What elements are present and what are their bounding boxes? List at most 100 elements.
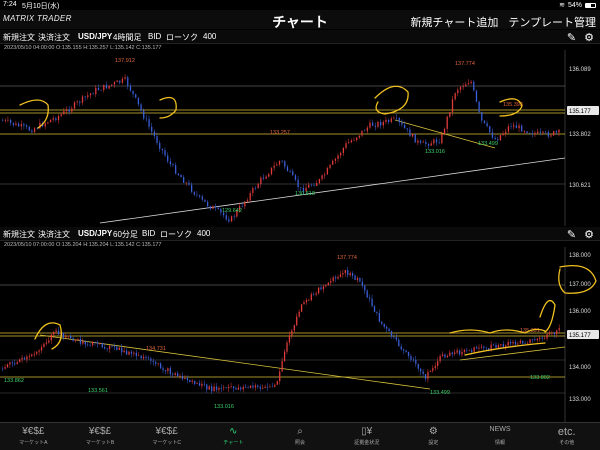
candle [320, 287, 322, 290]
gear-icon[interactable]: ⚙ [584, 228, 594, 241]
tab-currency-0[interactable]: ¥€$£ マーケットA [0, 423, 67, 450]
tab-currency-2[interactable]: ¥€$£ マーケットC [133, 423, 200, 450]
candle [321, 175, 323, 180]
candle [145, 356, 147, 358]
chart-style-button[interactable]: ローソク [160, 229, 192, 240]
candle [242, 386, 244, 390]
currency-pair-button[interactable]: USD/JPY [78, 32, 112, 41]
candle [430, 143, 432, 146]
candle [38, 350, 40, 352]
pencil-icon[interactable]: ✎ [567, 228, 576, 241]
candle [68, 109, 70, 112]
candle [196, 383, 198, 384]
pencil-icon[interactable]: ✎ [567, 31, 576, 44]
candle [356, 277, 359, 280]
timeframe-button[interactable]: 4時間足 [113, 32, 141, 43]
candle [313, 294, 315, 295]
bid-button[interactable]: BID [148, 32, 161, 41]
candle [475, 347, 478, 349]
close-order-button[interactable]: 決済注文 [38, 229, 70, 240]
add-chart-button[interactable]: 新規チャート追加 [410, 14, 498, 30]
candle [180, 175, 182, 178]
chart-60m[interactable]: 新規注文 決済注文 USD/JPY 60分足 BID ローソク 400 ✎ ⚙ … [0, 227, 600, 422]
candle [534, 339, 536, 341]
candle [461, 351, 463, 355]
nav-actions: 新規チャート追加 テンプレート管理 [410, 14, 596, 30]
candle [529, 339, 531, 344]
candle [303, 302, 305, 305]
candle [133, 352, 135, 354]
trend-line [459, 346, 566, 361]
candle [420, 368, 422, 372]
tab-search-4[interactable]: ⌕ 照会 [267, 423, 334, 450]
bar-count-button[interactable]: 400 [203, 32, 216, 41]
candle [264, 386, 266, 389]
tab-currency-1[interactable]: ¥€$£ マーケットB [67, 423, 134, 450]
candle [349, 273, 351, 276]
candle [490, 344, 492, 350]
candle [372, 122, 374, 126]
candle [150, 358, 152, 361]
candle [342, 147, 345, 153]
candle [361, 130, 363, 136]
new-order-button[interactable]: 新規注文 [3, 32, 35, 43]
candle [553, 131, 555, 136]
gear-icon[interactable]: ⚙ [584, 31, 594, 44]
candle [266, 386, 269, 388]
candle [156, 136, 158, 143]
new-order-button[interactable]: 新規注文 [3, 229, 35, 240]
candle [70, 335, 72, 339]
candle [142, 356, 145, 359]
tab-news-7[interactable]: NEWS 情報 [467, 423, 534, 450]
tab-gear-6[interactable]: ⚙ 設定 [400, 423, 467, 450]
candle [265, 176, 267, 179]
candle [412, 359, 415, 361]
candle [278, 160, 281, 165]
candle [140, 355, 142, 359]
candle [268, 174, 270, 177]
candle [72, 338, 74, 341]
search-icon: ⌕ [297, 426, 303, 437]
candle [439, 355, 441, 362]
candle [273, 165, 275, 168]
chart-style-button[interactable]: ローソク [166, 32, 198, 43]
candle [491, 132, 494, 138]
chart-canvas[interactable]: 136.089 135.177 133.802 130.621 137.912 133.2… [0, 50, 600, 226]
candle [558, 129, 560, 133]
candle [289, 171, 291, 172]
news-icon: NEWS [489, 426, 511, 433]
tab-margin-5[interactable]: ▯¥ 証拠金状況 [333, 423, 400, 450]
timeframe-button[interactable]: 60分足 [113, 229, 138, 240]
template-button[interactable]: テンプレート管理 [508, 14, 596, 30]
candle [507, 341, 509, 346]
candle [135, 352, 137, 356]
chart-canvas[interactable]: 138.000 137.000 136.000 135.177 134.000 133.0… [0, 247, 600, 422]
candle [132, 90, 134, 95]
tab-bar: ¥€$£ マーケットA ¥€$£ マーケットB ¥€$£ マーケットC ∿ チャート ⌕ 照会 ▯¥… [0, 422, 600, 450]
bid-button[interactable]: BID [142, 229, 155, 238]
candle [462, 86, 464, 88]
candle [390, 118, 392, 122]
candle [259, 386, 261, 389]
candle [212, 206, 214, 209]
candle [230, 386, 232, 388]
candle [194, 380, 196, 384]
candle [97, 87, 100, 91]
bar-count-button[interactable]: 400 [197, 229, 210, 238]
tab-etc-8[interactable]: etc. その他 [533, 423, 600, 450]
tab-chart-3[interactable]: ∿ チャート [200, 423, 267, 450]
chart-4h[interactable]: 新規注文 決済注文 USD/JPY 4時間足 BID ローソク 400 ✎ ⚙ … [0, 30, 600, 226]
candle [427, 144, 430, 146]
candle [481, 111, 483, 121]
candle [262, 388, 264, 389]
candle [457, 89, 459, 94]
candle [125, 350, 128, 355]
status-bar: 7:24 5月10日(水) ≋ 54% [0, 0, 600, 10]
candle [478, 347, 480, 349]
candle [526, 131, 528, 133]
close-order-button[interactable]: 決済注文 [38, 32, 70, 43]
candle [2, 120, 4, 122]
candle [121, 347, 123, 353]
currency-pair-button[interactable]: USD/JPY [78, 229, 112, 238]
tab-label: 証拠金状況 [354, 440, 380, 446]
